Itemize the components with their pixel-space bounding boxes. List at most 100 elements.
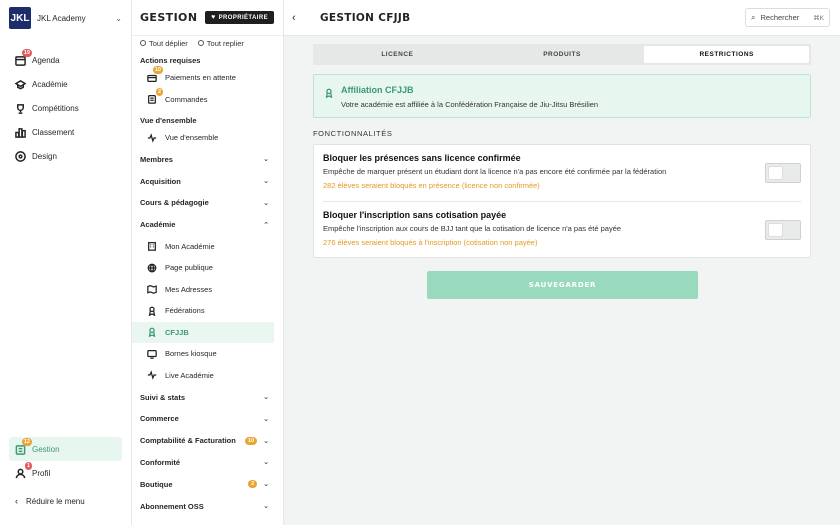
chevron-left-icon: ‹ bbox=[15, 496, 18, 506]
group-label: Conformité bbox=[140, 457, 180, 467]
expand-icon bbox=[140, 40, 146, 46]
group-label: Suivi & stats bbox=[140, 392, 186, 402]
group-label: Boutique bbox=[140, 479, 173, 489]
search-input[interactable]: ⌕ Rechercher ⌘K bbox=[745, 8, 830, 27]
sidebar-item-mes-adresses[interactable]: Mes Adresses bbox=[132, 279, 283, 301]
owner-badge-label: PROPRIÉTAIRE bbox=[218, 14, 268, 21]
collapse-all-button[interactable]: Tout replier bbox=[197, 38, 244, 48]
expand-all-button[interactable]: Tout déplier bbox=[140, 39, 188, 48]
sidebar-item-pending-payments[interactable]: 10 Paiements en attente bbox=[132, 66, 283, 89]
group-suivi-stats[interactable]: Suivi & stats ⌄ bbox=[132, 386, 283, 408]
toggle-block-attendance[interactable] bbox=[765, 163, 801, 183]
chevron-down-icon[interactable]: ⌄ bbox=[115, 14, 122, 23]
collapse-icon bbox=[197, 40, 204, 46]
sidebar-item-overview[interactable]: Vue d'ensemble bbox=[132, 127, 283, 149]
feature-block-attendance: Bloquer les présences sans licence confi… bbox=[323, 153, 801, 203]
group-conformite[interactable]: Conformité ⌄ bbox=[132, 452, 283, 474]
chevron-down-icon: ⌄ bbox=[263, 199, 269, 207]
tab-produits[interactable]: PRODUITS bbox=[480, 46, 645, 63]
activity-icon bbox=[146, 370, 157, 381]
orders-icon: 2 bbox=[146, 87, 163, 105]
rail-item-agenda[interactable]: 19 Agenda bbox=[0, 48, 131, 72]
profile-badge: 1 bbox=[24, 461, 32, 470]
group-commerce[interactable]: Commerce ⌄ bbox=[132, 408, 283, 430]
rail-item-classement[interactable]: Classement bbox=[0, 120, 131, 144]
sidebar-item-mon-academie[interactable]: Mon Académie bbox=[132, 236, 283, 258]
save-button[interactable]: SAUVEGARDER bbox=[427, 271, 698, 299]
rail-item-design[interactable]: Design bbox=[0, 144, 131, 168]
rail-item-label: Profil bbox=[32, 468, 51, 478]
profile-icon: 1 bbox=[15, 461, 32, 479]
sidebar-item-live-academie[interactable]: Live Académie bbox=[132, 365, 283, 387]
group-academie[interactable]: Académie ⌃ bbox=[132, 214, 283, 236]
chevron-down-icon: ⌄ bbox=[263, 178, 269, 186]
back-arrow-icon[interactable]: ‹ bbox=[292, 12, 308, 24]
rail-item-label: Académie bbox=[32, 79, 68, 89]
chevron-down-icon: ⌄ bbox=[263, 481, 269, 489]
boutique-badge: 2 bbox=[248, 480, 258, 489]
sidebar-item-label: Live Académie bbox=[165, 370, 214, 380]
expand-controls: Tout déplier Tout replier bbox=[132, 36, 283, 50]
tab-bar: LICENCE PRODUITS RESTRICTIONS bbox=[313, 44, 811, 65]
chevron-down-icon: ⌄ bbox=[263, 415, 269, 423]
comptabilite-badge: 10 bbox=[245, 436, 258, 445]
brand-logo: JKL bbox=[9, 7, 31, 29]
sidebar-item-bornes-kiosque[interactable]: Bornes kiosque bbox=[132, 343, 283, 365]
group-cours-pedagogie[interactable]: Cours & pédagogie ⌄ bbox=[132, 192, 283, 214]
collapse-all-label: Tout replier bbox=[206, 38, 244, 48]
group-comptabilite[interactable]: Comptabilité & Facturation 10 ⌄ bbox=[132, 430, 283, 452]
sidebar-item-label: CFJJB bbox=[165, 327, 189, 337]
toggle-block-registration[interactable] bbox=[765, 220, 801, 240]
rail-item-profil[interactable]: 1 Profil bbox=[0, 461, 131, 485]
building-icon bbox=[146, 241, 157, 252]
trophy-icon bbox=[15, 103, 26, 114]
group-label: Acquisition bbox=[140, 176, 181, 186]
group-label: Commerce bbox=[140, 414, 179, 424]
owner-badge: ♥ PROPRIÉTAIRE bbox=[205, 11, 274, 24]
collapse-menu-button[interactable]: ‹ Réduire le menu bbox=[0, 489, 131, 513]
sidebar-item-cfjjb[interactable]: CFJJB bbox=[132, 321, 274, 344]
rail-item-label: Design bbox=[32, 151, 57, 161]
sidebar-item-page-publique[interactable]: Page publique bbox=[132, 257, 283, 279]
chevron-down-icon: ⌄ bbox=[263, 459, 269, 467]
features-heading: FONCTIONNALITÉS bbox=[313, 129, 393, 138]
rail-item-gestion[interactable]: 12 Gestion bbox=[9, 437, 122, 461]
federation-icon bbox=[324, 85, 334, 99]
sidebar-item-label: Mon Académie bbox=[165, 241, 215, 251]
group-abonnement-oss[interactable]: Abonnement OSS ⌄ bbox=[132, 495, 283, 517]
brand-switcher[interactable]: JKL JKL Academy ⌄ bbox=[0, 0, 131, 36]
rail-item-label: Classement bbox=[32, 127, 75, 137]
group-boutique[interactable]: Boutique 2 ⌄ bbox=[132, 473, 283, 495]
management-icon: 12 bbox=[15, 437, 32, 455]
sidebar-item-federations[interactable]: Fédérations bbox=[132, 300, 283, 322]
sidebar-item-orders[interactable]: 2 Commandes bbox=[132, 87, 283, 111]
info-text: Votre académie est affiliée à la Confédé… bbox=[341, 100, 599, 109]
gestion-badge: 12 bbox=[21, 437, 32, 446]
top-bar: ‹ GESTION CFJJB ⌕ Rechercher ⌘K bbox=[284, 0, 840, 36]
brand-name: JKL Academy bbox=[37, 13, 86, 23]
sidebar-item-label: Bornes kiosque bbox=[165, 349, 217, 359]
tab-licence[interactable]: LICENCE bbox=[315, 46, 480, 63]
rail-item-competitions[interactable]: Compétitions bbox=[0, 96, 131, 120]
chevron-down-icon: ⌄ bbox=[263, 437, 269, 445]
orders-badge: 2 bbox=[155, 87, 163, 96]
monitor-icon bbox=[146, 348, 157, 359]
group-acquisition[interactable]: Acquisition ⌄ bbox=[132, 170, 283, 192]
pending-payments-badge: 10 bbox=[152, 66, 163, 75]
group-membres[interactable]: Membres ⌄ bbox=[132, 149, 283, 171]
ranking-icon bbox=[15, 127, 26, 138]
group-label: Abonnement OSS bbox=[140, 501, 204, 511]
tab-restrictions[interactable]: RESTRICTIONS bbox=[644, 46, 810, 63]
group-label: Comptabilité & Facturation bbox=[140, 436, 236, 446]
academy-icon bbox=[15, 79, 26, 90]
management-sidebar: GESTION ♥ PROPRIÉTAIRE Tout déplier Tout… bbox=[132, 0, 284, 525]
rail-item-academie[interactable]: Académie bbox=[0, 72, 131, 96]
toggle-knob bbox=[769, 224, 782, 236]
affiliation-info-box: Affiliation CFJJB Votre académie est aff… bbox=[313, 74, 811, 118]
chevron-down-icon: ⌄ bbox=[263, 503, 269, 511]
group-label: Académie bbox=[140, 220, 176, 230]
chevron-down-icon: ⌄ bbox=[263, 156, 269, 164]
group-label: Cours & pédagogie bbox=[140, 198, 209, 208]
feature-title: Bloquer les présences sans licence confi… bbox=[323, 153, 521, 163]
globe-icon bbox=[146, 262, 157, 273]
